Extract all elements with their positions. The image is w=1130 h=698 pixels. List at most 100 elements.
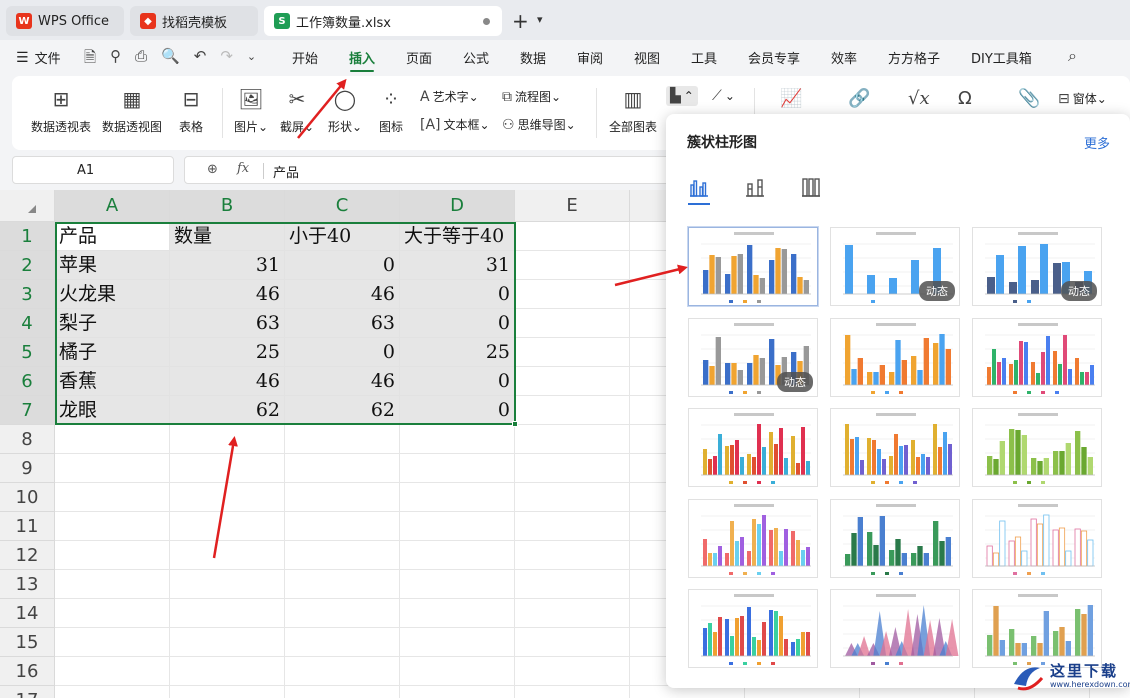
header-cell[interactable]: 大于等于40	[400, 222, 515, 251]
column-header-a[interactable]: A	[55, 190, 170, 222]
menu-fangfang[interactable]: 方方格子	[888, 48, 940, 67]
share-icon[interactable]: ⚲	[110, 47, 121, 72]
icon-button[interactable]: ⁘ 图标	[374, 86, 408, 135]
pivot-chart-button[interactable]: ▦ 数据透视图	[101, 86, 163, 135]
column-header-c[interactable]: C	[285, 190, 400, 222]
symbol-button[interactable]: Ω	[958, 88, 975, 109]
empty-cell[interactable]	[400, 628, 515, 657]
empty-cell[interactable]	[400, 686, 515, 698]
chart-template-10[interactable]	[688, 499, 818, 578]
empty-cell[interactable]	[285, 483, 400, 512]
more-chevron-icon[interactable]: ⌄	[247, 50, 256, 72]
function-icon[interactable]: fx	[237, 161, 249, 176]
chart-template-2[interactable]: 动态	[830, 227, 960, 306]
empty-cell[interactable]	[515, 599, 630, 628]
clustered-column-icon[interactable]	[688, 176, 710, 198]
stacked-column-icon[interactable]	[744, 176, 766, 198]
empty-cell[interactable]	[515, 280, 630, 309]
chart-template-12[interactable]	[972, 499, 1102, 578]
tab-list-chevron-icon[interactable]: ▾	[537, 13, 543, 26]
empty-cell[interactable]	[285, 599, 400, 628]
column-chart-dropdown[interactable]: ▙ ⌃	[666, 86, 698, 106]
empty-cell[interactable]	[170, 541, 285, 570]
empty-cell[interactable]	[515, 251, 630, 280]
empty-cell[interactable]	[285, 657, 400, 686]
empty-cell[interactable]	[515, 686, 630, 698]
empty-cell[interactable]	[400, 541, 515, 570]
empty-cell[interactable]	[55, 483, 170, 512]
empty-cell[interactable]	[515, 454, 630, 483]
empty-cell[interactable]	[400, 599, 515, 628]
chart-template-7[interactable]	[688, 408, 818, 487]
line-chart-dropdown[interactable]: ⟋ ⌄	[712, 88, 735, 104]
empty-cell[interactable]	[285, 512, 400, 541]
wordart-button[interactable]: A 艺术字 ⌄	[420, 88, 479, 105]
screenshot-button[interactable]: ✂ 截屏⌄	[278, 86, 316, 135]
menu-formula[interactable]: 公式	[463, 48, 489, 67]
data-cell[interactable]: 龙眼	[55, 396, 170, 425]
data-cell[interactable]: 0	[400, 367, 515, 396]
empty-cell[interactable]	[170, 454, 285, 483]
empty-cell[interactable]	[515, 483, 630, 512]
new-tab-button[interactable]: +	[512, 9, 529, 33]
empty-cell[interactable]	[170, 599, 285, 628]
sparkline-button[interactable]: 📈	[780, 88, 805, 109]
row-header-7[interactable]: 7	[0, 396, 55, 425]
data-cell[interactable]: 62	[285, 396, 400, 425]
chart-template-11[interactable]	[830, 499, 960, 578]
chart-template-6[interactable]	[972, 318, 1102, 397]
formula-input[interactable]: 产品	[273, 162, 299, 181]
column-header-e[interactable]: E	[515, 190, 630, 222]
row-header-4[interactable]: 4	[0, 309, 55, 338]
window-form-button[interactable]: ⊟ 窗体 ⌄	[1058, 90, 1107, 107]
column-header-d[interactable]: D	[400, 190, 515, 222]
flowchart-button[interactable]: ⧉ 流程图 ⌄	[502, 88, 561, 105]
textbox-button[interactable]: [A] 文本框 ⌄	[420, 116, 490, 133]
empty-cell[interactable]	[55, 541, 170, 570]
equation-button[interactable]: √x	[908, 88, 933, 109]
row-header-12[interactable]: 12	[0, 541, 55, 570]
row-header-14[interactable]: 14	[0, 599, 55, 628]
menu-review[interactable]: 审阅	[577, 48, 603, 67]
more-link[interactable]: 更多	[1084, 133, 1110, 152]
empty-cell[interactable]	[170, 686, 285, 698]
empty-cell[interactable]	[285, 628, 400, 657]
menu-view[interactable]: 视图	[634, 48, 660, 67]
menu-home[interactable]: 开始	[292, 48, 318, 67]
empty-cell[interactable]	[285, 570, 400, 599]
table-button[interactable]: ⊟ 表格	[174, 86, 208, 135]
data-cell[interactable]: 梨子	[55, 309, 170, 338]
empty-cell[interactable]	[285, 425, 400, 454]
undo-icon[interactable]: ↶	[194, 47, 207, 72]
data-cell[interactable]: 63	[170, 309, 285, 338]
menu-page[interactable]: 页面	[406, 48, 432, 67]
row-header-16[interactable]: 16	[0, 657, 55, 686]
menu-member[interactable]: 会员专享	[748, 48, 800, 67]
tab-workbook[interactable]: S 工作簿数量.xlsx	[264, 6, 502, 36]
empty-cell[interactable]	[170, 512, 285, 541]
chart-template-3[interactable]: 动态	[972, 227, 1102, 306]
pivot-table-button[interactable]: ⊞ 数据透视表	[30, 86, 92, 135]
data-cell[interactable]: 31	[170, 251, 285, 280]
empty-cell[interactable]	[515, 367, 630, 396]
print-icon[interactable]: ⎙	[135, 47, 147, 72]
column-header-b[interactable]: B	[170, 190, 285, 222]
data-cell[interactable]: 25	[170, 338, 285, 367]
row-header-3[interactable]: 3	[0, 280, 55, 309]
empty-cell[interactable]	[170, 657, 285, 686]
empty-cell[interactable]	[55, 512, 170, 541]
data-cell[interactable]: 0	[400, 309, 515, 338]
chart-template-5[interactable]	[830, 318, 960, 397]
empty-cell[interactable]	[400, 454, 515, 483]
empty-cell[interactable]	[515, 657, 630, 686]
data-cell[interactable]: 46	[170, 280, 285, 309]
row-header-2[interactable]: 2	[0, 251, 55, 280]
chart-template-1[interactable]	[688, 227, 818, 306]
empty-cell[interactable]	[285, 541, 400, 570]
empty-cell[interactable]	[170, 483, 285, 512]
data-cell[interactable]: 火龙果	[55, 280, 170, 309]
mindmap-button[interactable]: ⚇ 思维导图 ⌄	[502, 116, 576, 133]
unsaved-dot-icon[interactable]	[483, 18, 490, 25]
header-cell[interactable]: 小于40	[285, 222, 400, 251]
empty-cell[interactable]	[515, 512, 630, 541]
